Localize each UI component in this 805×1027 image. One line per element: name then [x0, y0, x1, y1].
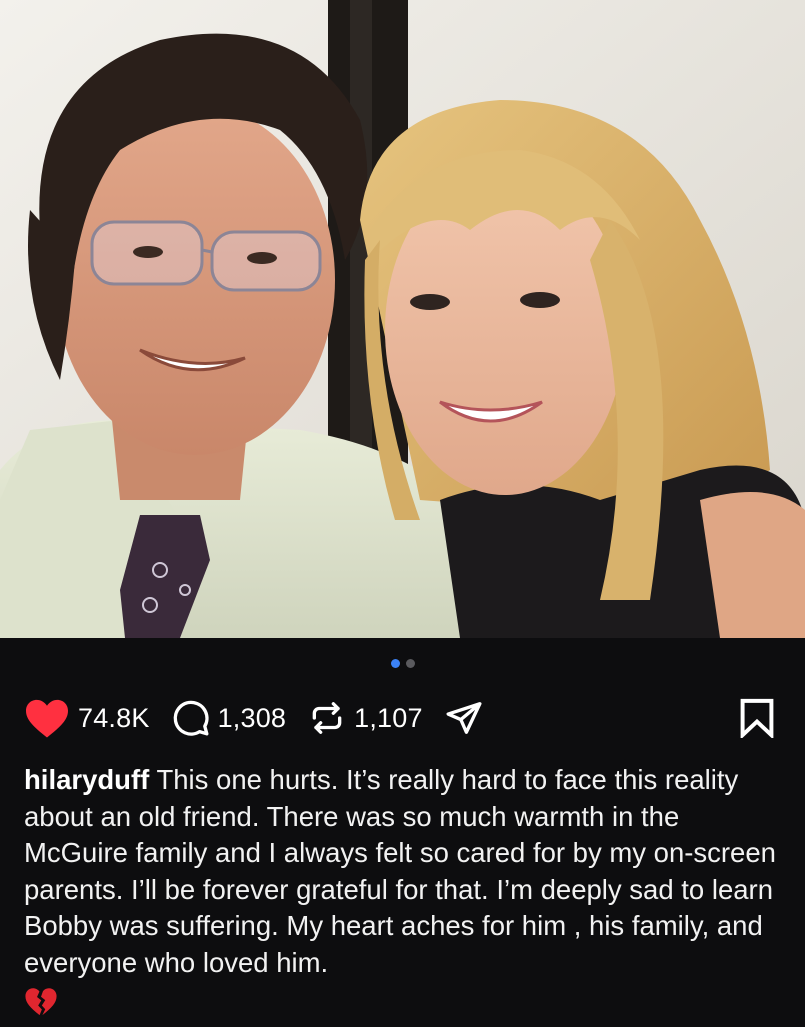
- save-button[interactable]: [739, 698, 775, 738]
- share-button[interactable]: [445, 699, 483, 737]
- repost-count: 1,107: [354, 702, 423, 733]
- caption-username[interactable]: hilaryduff: [24, 764, 149, 795]
- heart-icon: [26, 699, 68, 738]
- comment-icon: [173, 700, 209, 736]
- send-icon: [446, 702, 482, 734]
- bookmark-icon: [740, 698, 774, 738]
- like-button[interactable]: 74.8K: [24, 697, 172, 739]
- repost-button[interactable]: 1,107: [308, 699, 445, 737]
- carousel-dot-active: [390, 659, 400, 668]
- post-caption: hilaryduff This one hurts. It’s really h…: [24, 762, 784, 1027]
- carousel-indicator: [0, 659, 805, 668]
- post-actions-bar: 74.8K 1,308 1,107: [24, 696, 775, 740]
- post-photo[interactable]: [0, 0, 805, 638]
- broken-heart-icon: [24, 985, 784, 1027]
- carousel-dot: [405, 659, 415, 668]
- comment-count: 1,308: [217, 702, 287, 733]
- comment-button[interactable]: 1,308: [172, 699, 309, 737]
- repost-icon: [312, 702, 342, 734]
- like-count: 74.8K: [78, 702, 150, 733]
- caption-text: This one hurts. It’s really hard to face…: [24, 764, 776, 978]
